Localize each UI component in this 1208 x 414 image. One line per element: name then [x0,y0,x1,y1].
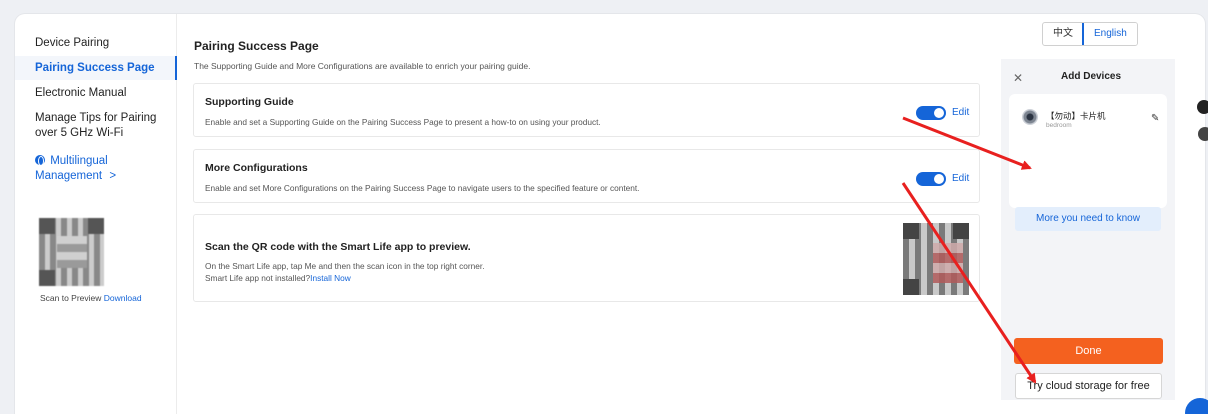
pencil-edit-icon[interactable]: ✎ [1151,113,1159,124]
sidebar-item-electronic-manual[interactable]: Electronic Manual [15,86,146,101]
download-link[interactable]: Download [104,293,142,303]
device-card: 【勿动】卡片机 bedroom ✎ [1009,94,1167,208]
card-description: Enable and set a Supporting Guide on the… [205,117,601,127]
camera-device-icon [1022,109,1038,125]
language-switch: 中文 English [1042,22,1138,46]
card-title: Supporting Guide [205,96,294,108]
edge-control-icon [1198,127,1208,141]
globe-icon [35,155,45,166]
qr-card-instructions: On the Smart Life app, tap Me and then t… [205,261,485,271]
device-room: bedroom [1046,122,1072,129]
sidebar-item-multilingual[interactable]: Multilingual Management > [15,154,176,184]
lang-option-chinese[interactable]: 中文 [1043,23,1083,45]
more-configurations-toggle[interactable] [916,172,946,186]
sidebar-item-label: Multilingual Management [35,155,108,182]
main-content: Pairing Success Page The Supporting Guid… [178,14,998,414]
qr-card-install-line: Smart Life app not installed?Install Now [205,273,351,283]
edge-control-icon [1197,100,1208,114]
done-button[interactable]: Done [1014,338,1163,364]
chevron-right-icon: > [109,170,117,182]
app-preview-qr-code [903,223,969,295]
sidebar-item-pairing-success-page[interactable]: Pairing Success Page [15,56,177,80]
close-icon[interactable]: ✕ [1013,71,1023,85]
page-title: Pairing Success Page [194,39,319,53]
install-now-link[interactable]: Install Now [310,273,351,283]
sidebar: Device Pairing Pairing Success Page Elec… [15,14,177,414]
try-cloud-storage-button[interactable]: Try cloud storage for free [1015,373,1162,399]
sidebar-item-device-pairing[interactable]: Device Pairing [15,36,129,51]
more-you-need-to-know-button[interactable]: More you need to know [1015,207,1161,231]
phone-preview: ✕ Add Devices 【勿动】卡片机 bedroom ✎ More you… [1001,59,1175,400]
sidebar-item-5ghz-tips[interactable]: Manage Tips for Pairing over 5 GHz Wi-Fi [15,111,177,141]
supporting-guide-card: Supporting Guide Enable and set a Suppor… [193,83,980,137]
card-title: More Configurations [205,162,308,174]
preview-qr-code [39,218,104,286]
more-configurations-card: More Configurations Enable and set More … [193,149,980,203]
phone-title: Add Devices [1061,71,1122,82]
more-configurations-edit-link[interactable]: Edit [952,173,969,184]
scan-to-preview-label: Scan to Preview [40,293,102,303]
supporting-guide-toggle[interactable] [916,106,946,120]
qr-preview-card: Scan the QR code with the Smart Life app… [193,214,980,302]
supporting-guide-edit-link[interactable]: Edit [952,107,969,118]
not-installed-text: Smart Life app not installed? [205,273,311,283]
lang-option-english[interactable]: English [1082,23,1137,45]
scan-to-preview: Scan to Preview Download [40,293,142,303]
device-name: 【勿动】卡片机 [1046,111,1106,121]
card-description: Enable and set More Configurations on th… [205,183,640,193]
page-subtitle: The Supporting Guide and More Configurat… [194,61,531,71]
qr-card-title: Scan the QR code with the Smart Life app… [205,241,471,253]
